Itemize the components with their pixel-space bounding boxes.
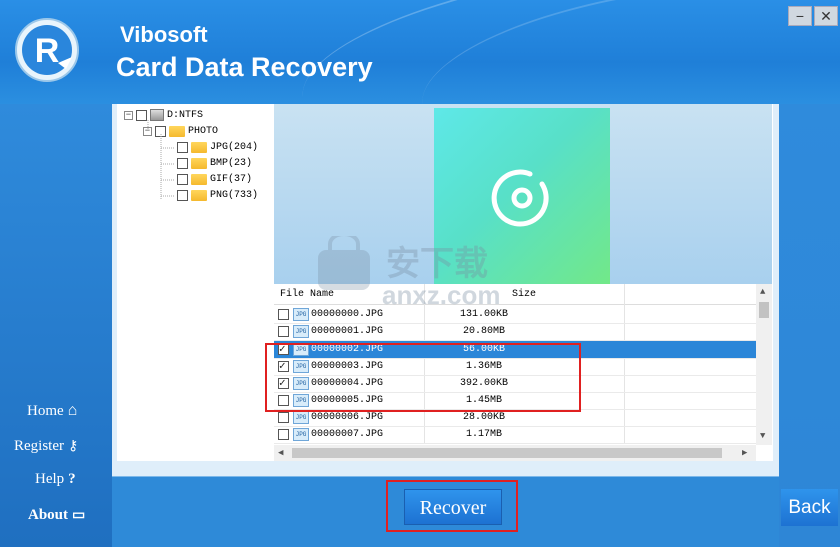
brand-name: Vibosoft [120,22,208,47]
file-row[interactable]: JPG 00000000.JPG 131.00KB [274,306,756,324]
row-checkbox[interactable] [278,309,289,320]
nav-help[interactable]: Help ? [35,471,76,488]
header-banner: R Vibosoft Card Data Recovery [0,0,840,104]
highlight-box [265,343,581,412]
jpg-file-icon: JPG [293,325,309,338]
bottom-divider [112,476,779,477]
file-name: 00000000.JPG [311,309,384,320]
scroll-left-icon[interactable]: ◀ [278,448,283,458]
file-name: 00000007.JPG [311,429,384,440]
scroll-thumb[interactable] [759,302,769,318]
horizontal-scrollbar[interactable]: ◀ ▶ [274,445,756,461]
svg-text:R: R [35,32,60,70]
question-icon: ? [68,471,76,487]
jpg-file-icon: JPG [293,428,309,441]
app-logo-icon: R [15,18,79,82]
key-icon: ⚷ [68,439,79,454]
nav-home[interactable]: Home ⌂ [27,402,77,420]
jpg-file-icon: JPG [293,308,309,321]
nav-register-label: Register [14,438,64,454]
file-size: 1.17MB [465,429,502,440]
home-icon: ⌂ [67,402,78,419]
right-sidebar [779,104,840,547]
file-name: 00000006.JPG [311,412,384,423]
recover-button[interactable]: Recover [404,489,502,525]
shield-watermark-icon [318,236,370,290]
jpg-file-icon: JPG [293,411,309,424]
column-header-size[interactable]: Size [512,289,536,300]
close-button[interactable]: ✕ [814,6,838,26]
monitor-icon: ▭ [72,508,86,523]
nav-about-label: About [28,507,69,523]
scroll-thumb[interactable] [292,448,722,458]
watermark-url: anxz.com [382,280,501,310]
row-checkbox[interactable] [278,326,289,337]
watermark: 安下载 [386,245,488,283]
nav-help-label: Help [35,471,65,487]
nav-register[interactable]: Register ⚷ [14,438,78,455]
file-size: 20.80MB [462,326,505,337]
scroll-right-icon[interactable]: ▶ [742,448,747,458]
tree-lines [147,120,175,200]
row-checkbox[interactable] [278,429,289,440]
nav-about[interactable]: About ▭ [28,507,85,524]
scroll-down-icon[interactable]: ▼ [760,431,765,441]
file-name: 00000001.JPG [311,326,384,337]
nav-home-label: Home [27,402,64,419]
music-disc-icon [491,169,549,227]
back-button[interactable]: Back [781,489,838,526]
file-row[interactable]: JPG 00000001.JPG 20.80MB [274,323,756,341]
vertical-scrollbar[interactable]: ▲ ▼ [756,284,772,445]
file-size: 28.00KB [462,412,505,423]
minimize-button[interactable]: − [788,6,812,26]
folder-tree: − D:NTFS − PHOTO JPG(204) BMP(23) GIF(37… [117,104,273,461]
row-checkbox[interactable] [278,412,289,423]
file-row[interactable]: JPG 00000007.JPG 1.17MB [274,426,756,444]
scroll-up-icon[interactable]: ▲ [760,287,765,297]
product-title: Card Data Recovery [116,52,373,82]
